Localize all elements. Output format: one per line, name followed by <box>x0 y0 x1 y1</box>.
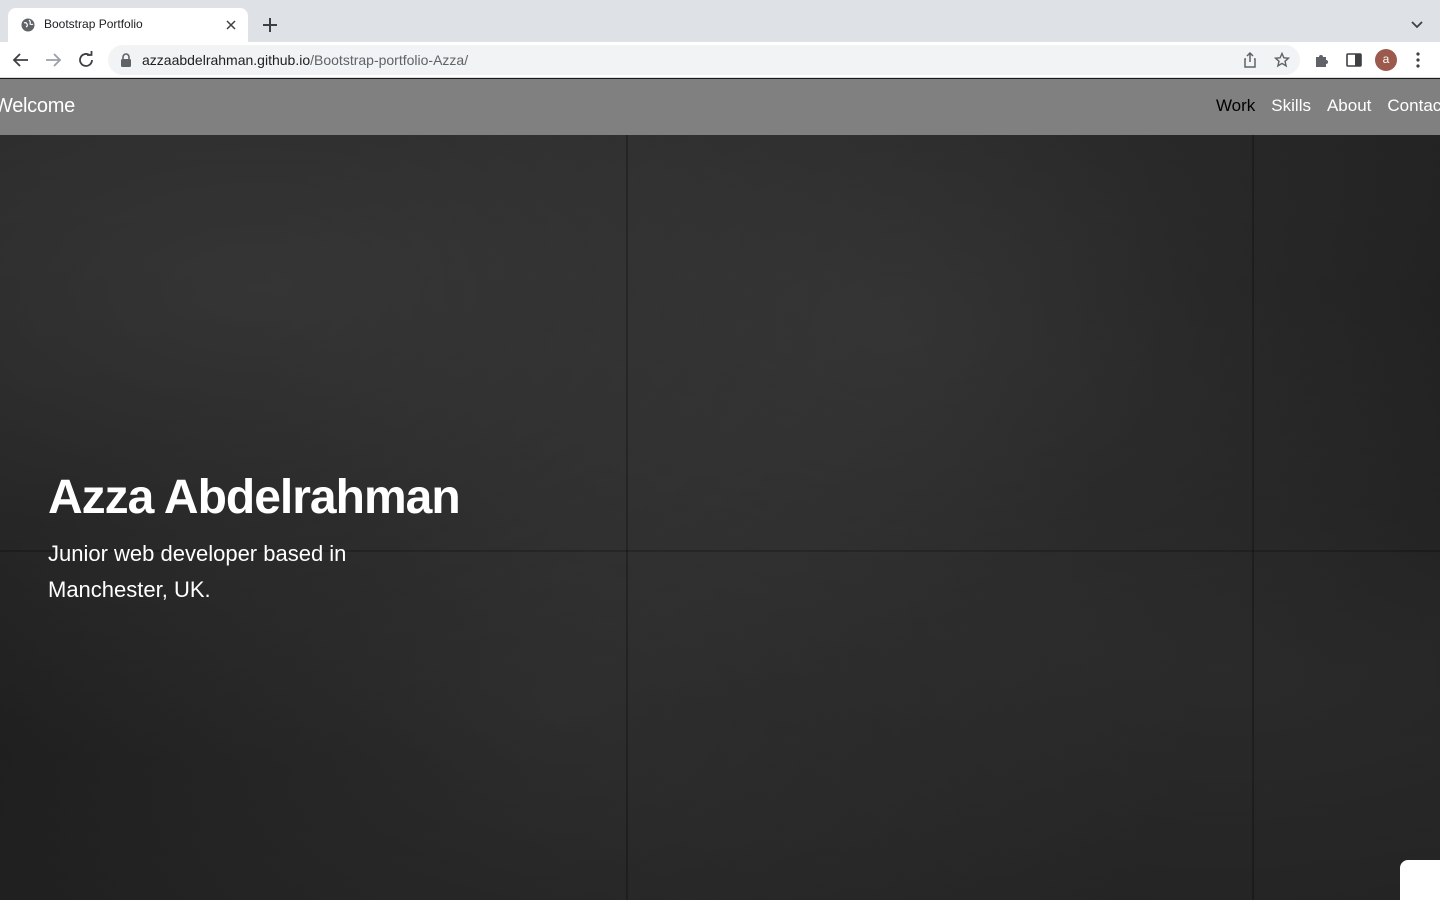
browser-tab-strip: Bootstrap Portfolio <box>0 0 1440 42</box>
browser-tab[interactable]: Bootstrap Portfolio <box>8 8 248 42</box>
chevron-down-icon[interactable] <box>1410 18 1424 32</box>
url-path: /Bootstrap-portfolio-Azza/ <box>310 52 469 68</box>
url-text[interactable]: azzaabdelrahman.github.io/Bootstrap-port… <box>142 52 468 68</box>
share-icon[interactable] <box>1242 52 1258 68</box>
url-host: azzaabdelrahman.github.io <box>142 52 311 68</box>
navbar-brand[interactable]: Welcome <box>0 95 75 118</box>
more-menu-icon[interactable] <box>1409 51 1427 69</box>
nav-link-skills[interactable]: Skills <box>1271 96 1311 116</box>
background-texture-seam <box>1252 135 1254 900</box>
globe-icon <box>21 18 35 32</box>
browser-toolbar: azzaabdelrahman.github.io/Bootstrap-port… <box>0 42 1440 78</box>
background-texture-seam <box>626 135 628 900</box>
tab-title: Bootstrap Portfolio <box>44 17 143 31</box>
star-icon[interactable] <box>1274 52 1290 68</box>
corner-widget[interactable] <box>1400 860 1440 900</box>
hero-title: Azza Abdelrahman <box>48 471 461 524</box>
nav-link-work[interactable]: Work <box>1216 96 1255 116</box>
back-arrow-icon[interactable] <box>12 51 30 69</box>
nav-link-about[interactable]: About <box>1327 96 1371 116</box>
lock-icon[interactable] <box>120 53 132 67</box>
hero-section: Azza Abdelrahman Junior web developer ba… <box>0 135 1440 900</box>
nav-links: Work Skills About Contact <box>1216 96 1440 116</box>
nav-link-contact[interactable]: Contact <box>1387 96 1440 116</box>
forward-arrow-icon[interactable] <box>44 51 62 69</box>
close-icon[interactable] <box>223 17 239 33</box>
reload-icon[interactable] <box>77 51 95 69</box>
new-tab-icon[interactable] <box>261 16 279 34</box>
site-navbar: Welcome Work Skills About Contact <box>0 79 1440 135</box>
profile-avatar[interactable]: a <box>1375 49 1397 71</box>
hero-subtitle: Junior web developer based in Manchester… <box>48 541 347 602</box>
extensions-icon[interactable] <box>1313 51 1331 69</box>
address-bar[interactable]: azzaabdelrahman.github.io/Bootstrap-port… <box>108 45 1300 75</box>
side-panel-icon[interactable] <box>1345 51 1363 69</box>
